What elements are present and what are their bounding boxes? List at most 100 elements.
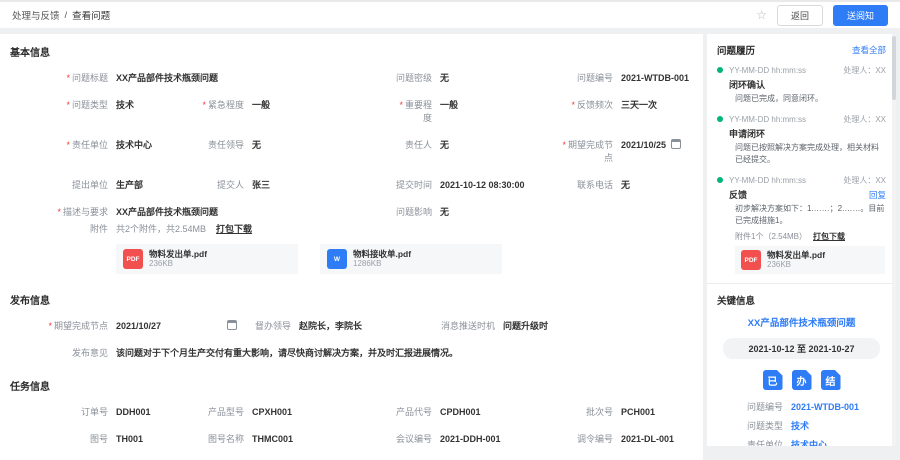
file-size: 236KB [149, 259, 207, 269]
history-time: YY-MM-DD hh:mm:ss [729, 175, 806, 186]
history-item: YY-MM-DD hh:mm:ss处理人：XX申请闭环问题已按照解决方案完成处理… [717, 114, 886, 166]
history-handler: 处理人：XX [843, 175, 886, 186]
form-field: 联系电话无 [557, 179, 691, 192]
file-card[interactable]: PDF物料发出单.pdf236KB [735, 246, 885, 274]
history-time: YY-MM-DD hh:mm:ss [729, 65, 806, 76]
history-body: 初步解决方案如下：1.……；2.……。目前已完成措施1。 [735, 203, 886, 227]
field-value: 2021-10-12 08:30:00 [440, 179, 525, 192]
form-field: 调令编号2021-DL-001 [557, 433, 691, 446]
file-info: 物料发出单.pdf236KB [767, 250, 825, 270]
field-value: CPXH001 [252, 406, 292, 419]
required-asterisk: * [66, 73, 70, 83]
key-info-field: 问题类型技术 [743, 420, 886, 432]
field-value: 三天一次 [621, 99, 657, 112]
required-asterisk: * [571, 100, 575, 110]
attachments-summary: 共2个附件，共2.54MB [116, 223, 206, 236]
field-label: *期望完成节点 [12, 320, 116, 333]
field-label: 会议编号 [392, 433, 440, 446]
form-field: 会议编号2021-DDH-001 [392, 433, 557, 446]
timeline-dot-icon [717, 67, 723, 73]
field-value: 技术 [116, 99, 134, 112]
required-asterisk: * [48, 321, 52, 331]
section-title-publish-info: 发布信息 [10, 292, 691, 307]
field-value: 生产部 [116, 179, 143, 192]
field-label: 问题密级 [392, 72, 440, 85]
field-value: TH001 [116, 433, 143, 446]
field-value: DDH001 [116, 406, 151, 419]
field-label: 督办领导 [247, 320, 299, 333]
form-field: 问题密级无 [392, 72, 557, 85]
view-all-link[interactable]: 查看全部 [852, 44, 886, 56]
field-value: PCH001 [621, 406, 655, 419]
history-action-row: 申请闭环 [729, 127, 886, 140]
history-item-head: YY-MM-DD hh:mm:ss处理人：XX [729, 65, 886, 76]
field-label: 责任单位 [743, 439, 791, 446]
history-action-row: 闭环确认 [729, 78, 886, 91]
history-attachment-summary: 附件1个（2.54MB） [735, 232, 807, 241]
topbar: 处理与反馈 / 查看问题 ☆ 返回 送阅知 [0, 0, 900, 28]
field-value: 2021/10/25 [621, 139, 666, 152]
field-label: 责任领导 [192, 139, 252, 152]
field-value: CPDH001 [440, 406, 481, 419]
field-value[interactable]: 技术中心 [791, 439, 827, 446]
status-badges: 已办结 [717, 370, 886, 390]
form-field: 消息推送时机问题升级时 [427, 320, 691, 333]
breadcrumb-parent[interactable]: 处理与反馈 [12, 8, 60, 22]
breadcrumb-current: 查看问题 [72, 8, 110, 22]
field-value: 一般 [440, 99, 458, 112]
calendar-icon[interactable] [227, 320, 237, 330]
attachments-label: 附件 [12, 223, 116, 236]
field-value: 无 [621, 179, 630, 192]
form-field: 订单号DDH001 [12, 406, 192, 419]
file-card[interactable]: PDF物料发出单.pdf236KB [116, 244, 298, 274]
attachments-row: 附件 共2个附件，共2.54MB 打包下载 [12, 223, 691, 236]
field-value[interactable]: 2021-WTDB-001 [791, 401, 859, 413]
field-value: 张三 [252, 179, 270, 192]
field-label: *问题类型 [12, 99, 116, 112]
file-name: 物料接收单.pdf [353, 249, 411, 259]
publish-info-grid: *期望完成节点2021/10/27督办领导赵院长，李院长消息推送时机问题升级时发… [12, 320, 691, 360]
form-field: *责任单位技术中心 [12, 139, 192, 165]
reply-link[interactable]: 回复 [869, 189, 886, 201]
history-action: 申请闭环 [729, 127, 765, 140]
field-value: 赵院长，李院长 [299, 320, 362, 333]
download-all-link[interactable]: 打包下载 [813, 232, 845, 241]
star-icon[interactable]: ☆ [756, 9, 767, 21]
date-range-pill: 2021-10-12 至 2021-10-27 [723, 338, 880, 359]
field-label: 产品型号 [192, 406, 252, 419]
field-label: 责任人 [392, 139, 440, 152]
history-header: 问题履历 查看全部 [717, 43, 886, 57]
timeline-dot-icon [717, 177, 723, 183]
key-info-problem-title[interactable]: XX产品部件技术瓶颈问题 [717, 315, 886, 329]
field-value[interactable]: 技术 [791, 420, 809, 432]
scrollbar[interactable] [892, 34, 896, 446]
form-field: *描述与要求XX产品部件技术瓶颈问题 [12, 206, 392, 219]
field-label: *期望完成节点 [557, 139, 621, 165]
required-asterisk: * [562, 140, 566, 150]
field-label: *责任单位 [12, 139, 116, 152]
back-button[interactable]: 返回 [777, 5, 823, 26]
scrollbar-thumb[interactable] [892, 36, 896, 100]
history-action-row: 反馈回复 [729, 188, 886, 201]
required-asterisk: * [202, 100, 206, 110]
form-field: 提交时间2021-10-12 08:30:00 [392, 179, 557, 192]
field-value: 无 [440, 72, 449, 85]
field-value: 2021-DL-001 [621, 433, 674, 446]
file-card[interactable]: W物料接收单.pdf1286KB [320, 244, 502, 274]
field-label: 调令编号 [557, 433, 621, 446]
field-label: 联系电话 [557, 179, 621, 192]
form-field: *问题标题XX产品部件技术瓶颈问题 [12, 72, 392, 85]
file-info: 物料发出单.pdf236KB [149, 249, 207, 269]
download-all-link[interactable]: 打包下载 [216, 223, 252, 236]
form-field: 批次号PCH001 [557, 406, 691, 419]
send-notify-button[interactable]: 送阅知 [833, 5, 888, 26]
history-action: 闭环确认 [729, 78, 765, 91]
field-value: XX产品部件技术瓶颈问题 [116, 72, 218, 85]
field-label: 问题类型 [743, 420, 791, 432]
calendar-icon[interactable] [671, 139, 681, 149]
form-field: *紧急程度一般 [192, 99, 392, 125]
status-badge: 办 [792, 370, 812, 390]
form-field: 责任人无 [392, 139, 557, 165]
history-body: 问题已完成，同意闭环。 [735, 93, 886, 105]
field-label: 问题影响 [392, 206, 440, 219]
